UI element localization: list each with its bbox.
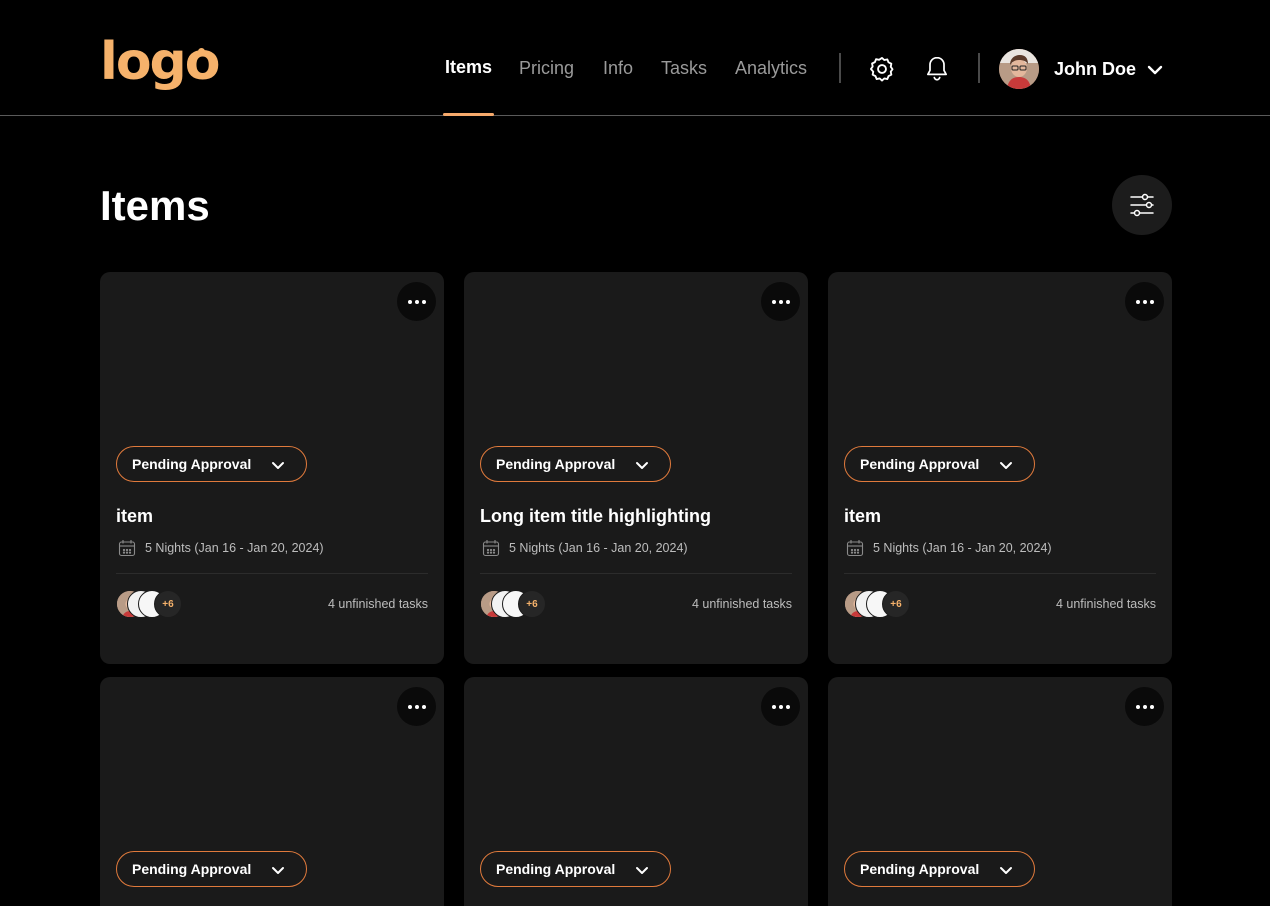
unfinished-tasks: 4 unfinished tasks	[1055, 597, 1156, 611]
item-card[interactable]: Pending Approval	[100, 677, 444, 906]
more-members-badge: +6	[882, 590, 910, 618]
status-dropdown[interactable]: Pending Approval	[116, 446, 307, 482]
status-label: Pending Approval	[860, 456, 980, 472]
page-title: Items	[100, 182, 210, 229]
status-dropdown[interactable]: Pending Approval	[480, 446, 671, 482]
bell-icon	[926, 56, 948, 81]
item-card[interactable]: Pending Approval item 5 Nights (Jan 16 -…	[828, 272, 1172, 664]
nav-item-analytics[interactable]: Analytics	[735, 58, 807, 79]
chevron-down-icon	[1000, 462, 1012, 469]
more-members-badge: +6	[154, 590, 182, 618]
notifications-button[interactable]	[921, 53, 953, 85]
settings-button[interactable]	[866, 53, 898, 85]
more-options-button[interactable]	[761, 282, 800, 321]
unfinished-tasks: 4 unfinished tasks	[691, 597, 792, 611]
nav-item-items[interactable]: Items	[445, 57, 492, 78]
filter-button[interactable]	[1112, 175, 1172, 235]
nav-item-tasks[interactable]: Tasks	[661, 58, 707, 79]
status-label: Pending Approval	[132, 456, 252, 472]
chevron-down-icon[interactable]	[1145, 60, 1165, 80]
chevron-down-icon	[636, 867, 648, 874]
status-dropdown[interactable]: Pending Approval	[844, 446, 1035, 482]
nav-item-pricing[interactable]: Pricing	[519, 58, 574, 79]
member-avatars[interactable]: +6	[844, 590, 914, 620]
avatar[interactable]	[999, 49, 1039, 89]
more-options-button[interactable]	[397, 282, 436, 321]
status-label: Pending Approval	[860, 861, 980, 877]
item-card[interactable]: Pending Approval Long item title highlig…	[464, 272, 808, 664]
more-options-button[interactable]	[397, 687, 436, 726]
card-date: 5 Nights (Jan 16 - Jan 20, 2024)	[873, 541, 1052, 555]
logo-dot	[198, 48, 205, 55]
status-dropdown[interactable]: Pending Approval	[480, 851, 671, 887]
more-options-button[interactable]	[761, 687, 800, 726]
item-card[interactable]: Pending Approval	[464, 677, 808, 906]
chevron-down-icon	[1000, 867, 1012, 874]
calendar-icon	[482, 540, 500, 557]
member-avatars[interactable]: +6	[480, 590, 550, 620]
nav-divider	[839, 53, 841, 83]
card-title[interactable]: item	[116, 506, 153, 527]
card-title[interactable]: Long item title highlighting	[480, 506, 711, 527]
chevron-down-icon	[272, 867, 284, 874]
status-dropdown[interactable]: Pending Approval	[116, 851, 307, 887]
more-members-badge: +6	[518, 590, 546, 618]
sliders-icon	[1130, 193, 1154, 217]
chevron-down-icon	[636, 462, 648, 469]
status-label: Pending Approval	[496, 456, 616, 472]
status-label: Pending Approval	[132, 861, 252, 877]
calendar-icon	[846, 540, 864, 557]
active-tab-indicator	[443, 113, 494, 116]
member-avatars[interactable]: +6	[116, 590, 186, 620]
more-options-button[interactable]	[1125, 282, 1164, 321]
logo[interactable]: logo	[100, 36, 220, 88]
card-divider	[844, 573, 1156, 574]
gear-icon	[869, 56, 894, 82]
card-divider	[480, 573, 792, 574]
item-card[interactable]: Pending Approval item 5 Nights (Jan 16 -…	[100, 272, 444, 664]
nav-item-info[interactable]: Info	[603, 58, 633, 79]
user-name[interactable]: John Doe	[1054, 59, 1136, 80]
card-date: 5 Nights (Jan 16 - Jan 20, 2024)	[145, 541, 324, 555]
user-divider	[978, 53, 980, 83]
card-divider	[116, 573, 428, 574]
item-card[interactable]: Pending Approval	[828, 677, 1172, 906]
unfinished-tasks: 4 unfinished tasks	[327, 597, 428, 611]
status-dropdown[interactable]: Pending Approval	[844, 851, 1035, 887]
calendar-icon	[118, 540, 136, 557]
card-title[interactable]: item	[844, 506, 881, 527]
card-date: 5 Nights (Jan 16 - Jan 20, 2024)	[509, 541, 688, 555]
top-header: logo Items Pricing Info Tasks Analytics	[0, 0, 1270, 116]
more-options-button[interactable]	[1125, 687, 1164, 726]
chevron-down-icon	[272, 462, 284, 469]
status-label: Pending Approval	[496, 861, 616, 877]
